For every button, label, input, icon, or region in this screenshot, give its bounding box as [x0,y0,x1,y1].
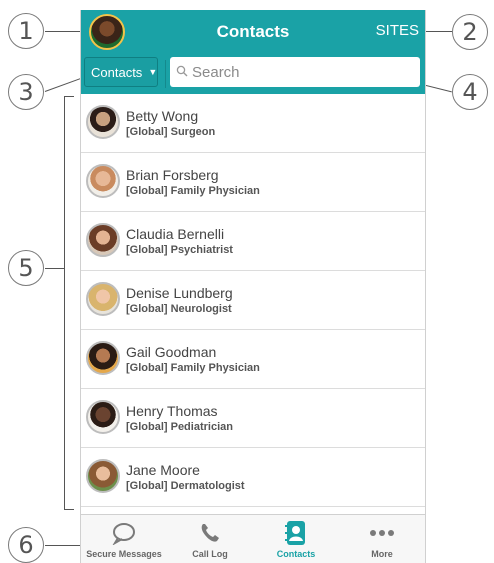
contact-name: Claudia Bernelli [126,226,225,242]
tab-label: Call Log [192,549,228,559]
contact-role: [Global] Family Physician [126,185,260,197]
contact-avatar [86,223,120,257]
tab-label: More [371,549,393,559]
contact-avatar [86,459,120,493]
callout-1: 1 [8,13,44,49]
contact-role: [Global] Surgeon [126,126,216,138]
callout-5: 5 [8,250,44,286]
contact-role: [Global] Neurologist [126,303,232,315]
contact-row[interactable]: Henry Thomas [Global] Pediatrician [81,389,425,448]
contact-book-icon [253,519,339,547]
list-bracket [64,96,74,510]
contact-avatar [86,164,120,198]
page-title: Contacts [216,22,290,41]
contact-row[interactable]: Betty Wong [Global] Surgeon [81,94,425,153]
search-placeholder: Search [192,63,240,81]
contact-name: Betty Wong [126,108,199,124]
callout-3-leader [44,77,83,92]
contact-row[interactable]: Denise Lundberg [Global] Neurologist [81,271,425,330]
contact-role: [Global] Pediatrician [126,421,233,433]
contact-name: Brian Forsberg [126,167,219,183]
phone-icon [167,519,253,547]
contact-row[interactable]: Brian Forsberg [Global] Family Physician [81,153,425,212]
contact-role: [Global] Dermatologist [126,480,245,492]
tab-label: Contacts [276,549,316,559]
search-input[interactable]: Search [170,57,420,87]
contact-name: Henry Thomas [126,403,218,419]
divider [165,60,166,88]
bottom-tab-bar: Secure Messages Call Log Contacts More [81,514,425,563]
tab-call-log[interactable]: Call Log [167,515,253,563]
search-bar: Contacts ▼ Search [81,54,425,94]
contact-row[interactable]: Gail Goodman [Global] Family Physician [81,330,425,389]
filter-label: Contacts [91,64,143,80]
tab-contacts[interactable]: Contacts [253,515,339,563]
callout-4: 4 [452,74,488,110]
callout-2: 2 [452,14,488,50]
contact-role: [Global] Family Physician [126,362,260,374]
contact-row[interactable]: Claudia Bernelli [Global] Psychiatrist [81,212,425,271]
callout-3: 3 [8,74,44,110]
tab-label: Secure Messages [86,549,162,559]
contact-name: Gail Goodman [126,344,217,360]
tab-more[interactable]: More [339,515,425,563]
contacts-filter-dropdown[interactable]: Contacts ▼ [84,57,158,87]
contact-role: [Global] Psychiatrist [126,244,233,256]
speech-bubble-icon [81,519,167,547]
contact-avatar [86,341,120,375]
sites-button[interactable]: SITES [376,22,419,39]
chevron-down-icon: ▼ [148,67,158,77]
contact-avatar [86,400,120,434]
callout-5-leader [45,268,64,269]
tab-secure-messages[interactable]: Secure Messages [81,515,167,563]
contact-list: Betty Wong [Global] Surgeon Brian Forsbe… [81,94,425,514]
contact-name: Jane Moore [126,462,200,478]
more-dots-icon [339,519,425,547]
contact-avatar [86,105,120,139]
contact-name: Denise Lundberg [126,285,233,301]
phone-screen: Contacts SITES Contacts ▼ Search Betty W… [80,10,426,563]
contact-avatar [86,282,120,316]
app-header: Contacts SITES [81,10,425,54]
callout-6: 6 [8,527,44,563]
search-icon [176,64,188,80]
contact-row[interactable]: Jane Moore [Global] Dermatologist [81,448,425,507]
